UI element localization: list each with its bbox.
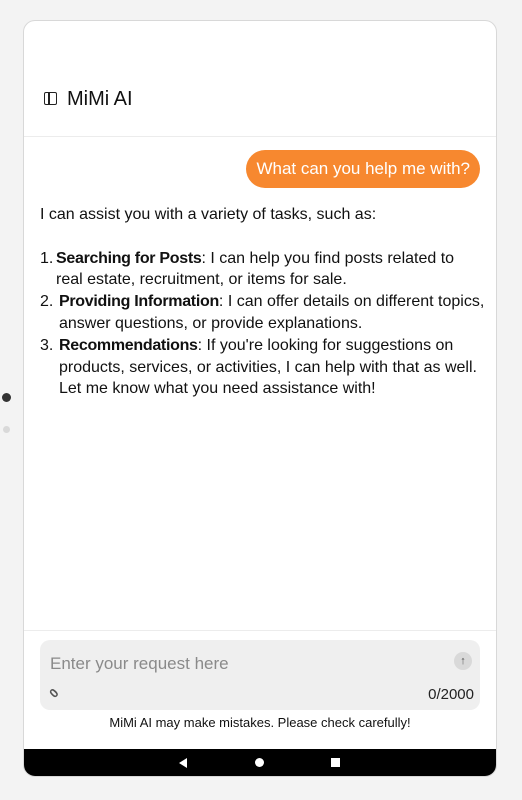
list-item-title: Searching for Posts — [56, 249, 202, 267]
reply-list-item: 1. Searching for Posts: I can help you f… — [40, 248, 485, 292]
system-nav-bar — [24, 749, 496, 776]
list-number: 2. — [40, 293, 54, 311]
reply-intro: I can assist you with a variety of tasks… — [40, 206, 377, 223]
disclaimer-text: MiMi AI may make mistakes. Please check … — [109, 715, 411, 730]
back-icon[interactable] — [179, 758, 187, 768]
reply-list-item: 3. Recommendations: If you're looking fo… — [40, 335, 485, 400]
arrow-up-icon[interactable]: ↑ — [454, 652, 472, 670]
composer-divider — [24, 630, 496, 631]
recent-apps-icon[interactable] — [331, 758, 340, 767]
user-message-bubble: What can you help me with? — [246, 150, 480, 188]
request-input-placeholder: Enter your request here — [50, 654, 229, 673]
list-number: 3. — [40, 336, 54, 354]
paperclip-icon[interactable]: 𝟎 — [47, 686, 62, 701]
list-item-title: Providing Information — [59, 293, 219, 311]
app-window: MiMi AI What can you help me with? I can… — [23, 20, 497, 777]
app-title: MiMi AI — [67, 88, 133, 110]
character-counter: 0/2000 — [428, 686, 474, 703]
list-item-title: Recommendations — [59, 336, 198, 354]
reply-list-item: 2. Providing Information: I can offer de… — [40, 291, 485, 335]
list-number: 1. — [40, 249, 54, 267]
home-icon[interactable] — [255, 758, 264, 767]
sidebar-book-icon[interactable] — [44, 92, 57, 105]
assistant-reply: I can assist you with a variety of tasks… — [40, 204, 485, 400]
side-indicator-dot-faint — [3, 426, 10, 433]
side-indicator-dot — [2, 393, 11, 402]
app-header: MiMi AI — [24, 21, 496, 137]
request-input[interactable]: Enter your request here ↑ 𝟎 0/2000 — [40, 640, 480, 710]
